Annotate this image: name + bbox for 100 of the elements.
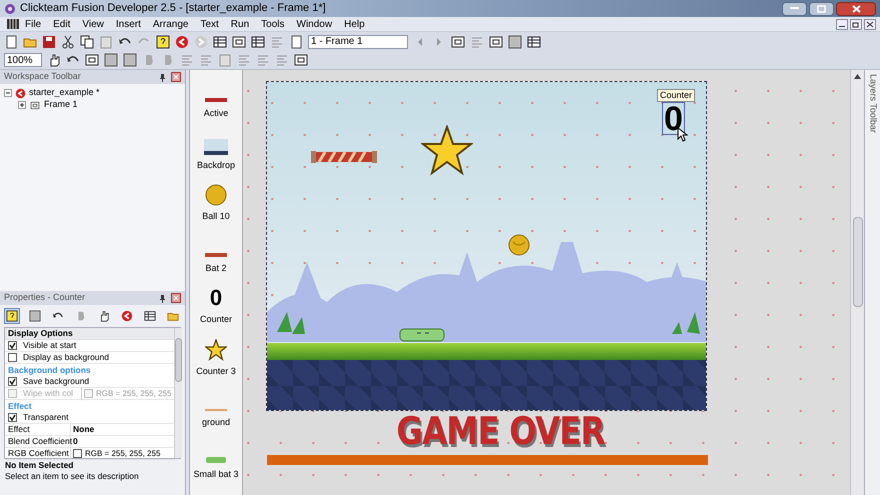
tree-item[interactable]: Frame 1 (44, 98, 78, 112)
object-label[interactable]: Backdrop (196, 158, 236, 172)
counter-digit: 0 (210, 287, 222, 309)
close-icon[interactable] (171, 293, 181, 303)
scrollbar-thumb[interactable] (175, 338, 182, 382)
close-button[interactable] (836, 2, 876, 16)
app-menu-icon[interactable] (7, 19, 19, 29)
property-label: Effect (5, 423, 71, 436)
checkbox[interactable] (8, 341, 17, 350)
help-icon[interactable] (156, 34, 170, 48)
checkbox[interactable] (8, 353, 17, 362)
maximize-icon (817, 4, 826, 12)
pin-icon[interactable] (159, 294, 166, 302)
layers-toolbar-tab[interactable]: Layers Toolbar (864, 70, 880, 495)
save-icon[interactable] (42, 34, 56, 48)
scroll-up-icon[interactable] (854, 74, 861, 79)
section-header: Display Options (8, 327, 73, 340)
frame-icon[interactable] (29, 100, 41, 110)
expander-icon[interactable] (18, 101, 26, 109)
stop-icon[interactable] (508, 34, 522, 48)
object-label[interactable]: Counter (200, 313, 232, 326)
new-file-icon[interactable] (4, 34, 18, 48)
close-icon[interactable] (171, 72, 181, 82)
property-label: Transparent (23, 411, 69, 424)
menu-item[interactable]: View (82, 16, 104, 32)
small-bat-icon (206, 456, 226, 464)
panel-title: Workspace Toolbar (4, 70, 81, 84)
menu-item[interactable]: Edit (53, 16, 70, 32)
expander-icon[interactable] (4, 89, 12, 97)
vertical-scrollbar[interactable] (850, 70, 864, 495)
table-icon[interactable] (527, 34, 541, 48)
mdi-restore-icon[interactable] (850, 18, 862, 30)
menu-item[interactable]: Tools (261, 16, 285, 32)
property-label: Visible at start (23, 339, 76, 352)
app-logo-icon (4, 2, 16, 14)
close-icon (852, 4, 860, 12)
table-icon[interactable] (251, 34, 265, 48)
checkbox[interactable] (8, 413, 17, 422)
star-icon (205, 338, 227, 360)
tree-item[interactable]: starter_example * (29, 86, 100, 100)
frame-dropdown[interactable]: 1 - Frame 1 (308, 34, 408, 48)
minimize-icon (790, 7, 799, 10)
cut-icon[interactable] (61, 34, 75, 48)
frame-icon[interactable] (232, 34, 246, 48)
ball-icon (205, 184, 227, 206)
zoom-dropdown[interactable]: 100% (4, 53, 42, 67)
tooltip: Counter (657, 89, 696, 102)
game-over-title: GAME OVER (396, 409, 605, 453)
scrollbar[interactable] (174, 328, 182, 458)
menu-item[interactable]: Window (296, 16, 332, 32)
mdi-minimize-icon[interactable] (836, 18, 848, 30)
app-icon[interactable] (15, 88, 26, 98)
object-label[interactable]: Counter 3 (196, 364, 236, 378)
property-tab[interactable] (27, 308, 43, 324)
description-title: No Item Selected (5, 460, 74, 471)
property-tab[interactable] (4, 308, 20, 324)
logo-drawing (204, 97, 227, 103)
mdi-close-icon[interactable] (864, 18, 876, 30)
menu-item[interactable]: Text (200, 16, 219, 32)
grid-icon (144, 310, 156, 322)
object-label[interactable]: Active (204, 107, 228, 120)
menu-item[interactable]: Insert (116, 16, 141, 32)
line-icon (205, 408, 227, 412)
small-bat-drawing (399, 327, 445, 343)
frame-icon[interactable] (451, 34, 465, 48)
panel-title: Properties - Counter (4, 291, 86, 304)
checkbox[interactable] (73, 449, 82, 458)
back-icon[interactable] (175, 34, 189, 48)
star-icon (421, 125, 473, 177)
menu-item[interactable]: Arrange (152, 16, 188, 32)
property-label: RGB Coefficient (5, 447, 71, 460)
property-label: Display as background (23, 351, 109, 364)
minimize-button[interactable] (782, 2, 807, 16)
pin-icon[interactable] (159, 72, 166, 82)
property-label: Blend Coefficient (5, 435, 71, 448)
backdrop-thumbnail (204, 138, 228, 154)
description-text: Select an item to see its description (5, 471, 140, 482)
property-value: 0 (72, 435, 78, 448)
property-label: Wipe with col (23, 387, 74, 400)
ball-icon (508, 234, 530, 256)
menu-item[interactable]: File (25, 16, 42, 32)
maximize-button[interactable] (809, 2, 834, 16)
object-label[interactable]: Small bat 3 (193, 468, 239, 481)
menu-item[interactable]: Help (344, 16, 365, 32)
grid-icon[interactable] (213, 34, 227, 48)
property-value: None (72, 423, 94, 436)
object-label[interactable]: ground (202, 416, 230, 430)
section-header: Effect (8, 400, 32, 412)
object-label[interactable]: Bat 2 (205, 262, 226, 275)
checkbox[interactable] (8, 377, 17, 386)
section-header: Background options (8, 364, 91, 376)
bat-icon (205, 252, 227, 258)
copy-icon[interactable] (80, 34, 94, 48)
object-label[interactable]: Ball 10 (202, 210, 230, 224)
window-title: Clickteam Fusion Developer 2.5 - [starter_example - Frame 1*] (20, 1, 326, 16)
checklist-icon (6, 310, 18, 322)
menu-item[interactable]: Run (230, 16, 250, 32)
scrollbar-thumb[interactable] (852, 217, 862, 307)
bat-drawing (311, 150, 377, 164)
color-value: RGB = 255, 255, 255 (85, 448, 160, 460)
